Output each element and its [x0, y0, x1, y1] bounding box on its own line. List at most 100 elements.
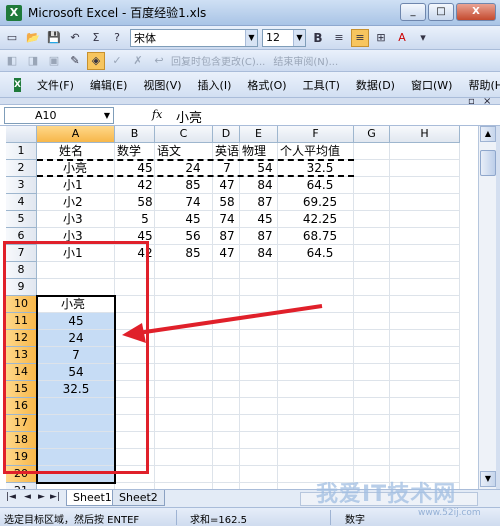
table-data-cell[interactable]: 68.75: [298, 228, 342, 245]
merge-center-icon[interactable]: ⊞: [372, 29, 390, 47]
grid-cell[interactable]: [278, 279, 354, 296]
grid-cell[interactable]: [390, 143, 460, 160]
grid-cell[interactable]: [155, 330, 213, 347]
table-data-cell[interactable]: 45: [251, 211, 279, 228]
grid-cell[interactable]: [390, 449, 460, 466]
grid-cell[interactable]: [155, 415, 213, 432]
table-data-cell[interactable]: 47: [213, 177, 241, 194]
grid-cell[interactable]: [37, 279, 115, 296]
grid-cell[interactable]: [240, 466, 278, 483]
grid-cell[interactable]: [390, 398, 460, 415]
worksheet-grid[interactable]: ABCDEFGH12345678910111213141516171819202…: [0, 126, 478, 489]
grid-cell[interactable]: [354, 228, 390, 245]
undo-icon[interactable]: ↶: [66, 29, 84, 47]
horizontal-scrollbar[interactable]: [300, 492, 478, 506]
grid-cell[interactable]: [278, 415, 354, 432]
grid-cell[interactable]: [155, 364, 213, 381]
table-data-cell[interactable]: 7: [213, 160, 241, 177]
prev-comment-icon[interactable]: ◧: [3, 52, 21, 70]
grid-cell[interactable]: [354, 415, 390, 432]
menu-help[interactable]: 帮助(H): [468, 77, 500, 93]
chevron-down-icon[interactable]: ▼: [101, 108, 113, 123]
table-data-cell[interactable]: 42: [131, 245, 159, 262]
grid-cell[interactable]: [240, 279, 278, 296]
table-data-cell[interactable]: 87: [213, 228, 241, 245]
column-header-h[interactable]: H: [390, 126, 460, 143]
menu-view[interactable]: 视图(V): [143, 77, 181, 93]
grid-cell[interactable]: [155, 466, 213, 483]
table-data-cell[interactable]: 24: [179, 160, 207, 177]
grid-cell[interactable]: [213, 415, 240, 432]
reply-icon[interactable]: ↩: [150, 52, 168, 70]
grid-cell[interactable]: [354, 381, 390, 398]
font-color-icon[interactable]: A: [393, 29, 411, 47]
table-data-cell[interactable]: 85: [179, 245, 207, 262]
grid-cell[interactable]: [390, 194, 460, 211]
new-comment-icon[interactable]: ✎: [66, 52, 84, 70]
grid-cell[interactable]: [213, 466, 240, 483]
accept-change-icon[interactable]: ✓: [108, 52, 126, 70]
grid-cell[interactable]: [213, 364, 240, 381]
grid-cell[interactable]: [213, 279, 240, 296]
table-data-cell[interactable]: 小1: [63, 245, 83, 262]
table-data-cell[interactable]: 47: [213, 245, 241, 262]
grid-cell[interactable]: [155, 449, 213, 466]
grid-cell[interactable]: [354, 177, 390, 194]
end-review-button[interactable]: 结束审阅(N)...: [273, 53, 338, 68]
grid-cell[interactable]: [390, 364, 460, 381]
table-header-cell[interactable]: 姓名: [59, 143, 83, 160]
grid-cell[interactable]: [278, 262, 354, 279]
grid-cell[interactable]: [213, 262, 240, 279]
table-data-cell[interactable]: 74: [179, 194, 207, 211]
grid-cell[interactable]: [240, 432, 278, 449]
table-data-cell[interactable]: 42.25: [298, 211, 342, 228]
first-sheet-icon[interactable]: |◄: [6, 492, 16, 502]
row-header-6[interactable]: 6: [6, 228, 37, 245]
menu-window[interactable]: 窗口(W): [411, 77, 452, 93]
grid-cell[interactable]: [240, 364, 278, 381]
grid-cell[interactable]: [354, 330, 390, 347]
fx-icon[interactable]: fx: [152, 108, 162, 121]
row-header-7[interactable]: 7: [6, 245, 37, 262]
grid-cell[interactable]: [278, 313, 354, 330]
grid-cell[interactable]: [278, 449, 354, 466]
chevron-down-icon[interactable]: ▼: [293, 29, 305, 46]
row-header-19[interactable]: 19: [6, 449, 37, 466]
menu-insert[interactable]: 插入(I): [198, 77, 232, 93]
grid-cell[interactable]: [278, 398, 354, 415]
pasted-value-cell[interactable]: 54: [37, 364, 115, 381]
grid-cell[interactable]: [213, 449, 240, 466]
grid-cell[interactable]: [354, 432, 390, 449]
chevron-down-icon[interactable]: ▾: [414, 29, 432, 47]
grid-cell[interactable]: [390, 313, 460, 330]
row-header-12[interactable]: 12: [6, 330, 37, 347]
grid-cell[interactable]: [390, 279, 460, 296]
grid-cell[interactable]: [354, 262, 390, 279]
reply-with-changes-button[interactable]: 回复时包含更改(C)...: [171, 53, 265, 68]
grid-cell[interactable]: [390, 228, 460, 245]
grid-cell[interactable]: [354, 347, 390, 364]
vertical-scrollbar[interactable]: ▲ ▼: [478, 126, 496, 489]
grid-cell[interactable]: [155, 262, 213, 279]
table-data-cell[interactable]: 58: [213, 194, 241, 211]
sheet-tab-sheet2[interactable]: Sheet2: [112, 490, 165, 506]
name-box[interactable]: A10 ▼: [4, 107, 114, 124]
grid-cell[interactable]: [115, 398, 155, 415]
scroll-down-icon[interactable]: ▼: [480, 471, 496, 487]
table-data-cell[interactable]: 42: [131, 177, 159, 194]
reject-change-icon[interactable]: ✗: [129, 52, 147, 70]
column-header-d[interactable]: D: [213, 126, 240, 143]
grid-cell[interactable]: [115, 347, 155, 364]
grid-cell[interactable]: [240, 415, 278, 432]
row-header-11[interactable]: 11: [6, 313, 37, 330]
grid-cell[interactable]: [390, 177, 460, 194]
table-data-cell[interactable]: 小1: [63, 177, 83, 194]
grid-cell[interactable]: [390, 262, 460, 279]
track-changes-icon[interactable]: ◈: [87, 51, 105, 70]
grid-cell[interactable]: [155, 381, 213, 398]
grid-cell[interactable]: [115, 330, 155, 347]
row-header-14[interactable]: 14: [6, 364, 37, 381]
grid-cell[interactable]: [115, 449, 155, 466]
help-icon[interactable]: ?: [108, 29, 126, 47]
grid-cell[interactable]: [37, 415, 115, 432]
